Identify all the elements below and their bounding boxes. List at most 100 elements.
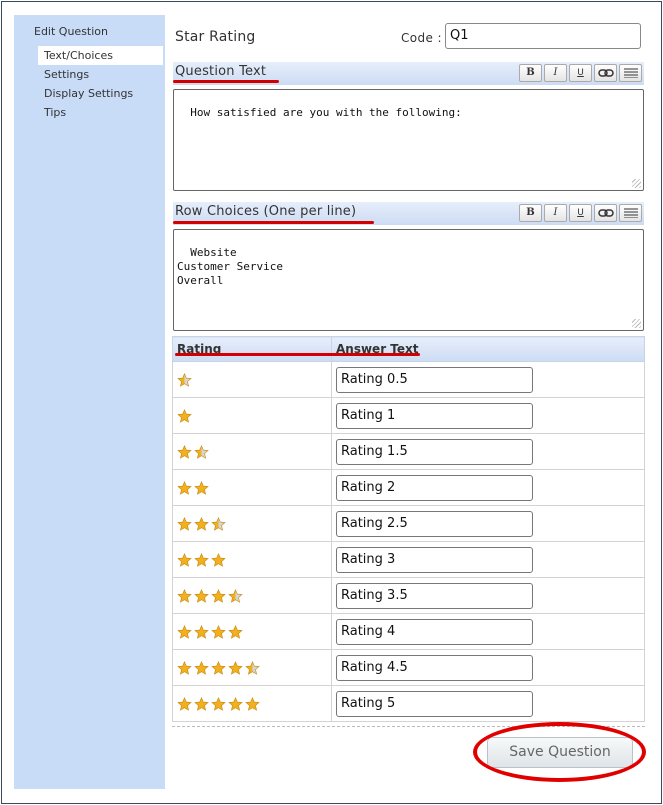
align-icon[interactable] bbox=[619, 64, 642, 82]
answer-text-cell: Rating 1.5 bbox=[331, 433, 645, 470]
answer-text-input[interactable]: Rating 3 bbox=[336, 546, 533, 573]
answer-text-header: Answer Text bbox=[331, 336, 645, 362]
answer-text-input[interactable]: Rating 5 bbox=[336, 690, 533, 717]
star-icon bbox=[194, 552, 209, 567]
star-icon bbox=[194, 516, 209, 531]
save-question-button[interactable]: Save Question bbox=[487, 737, 633, 768]
star-icon bbox=[194, 588, 209, 603]
row-choices-highlight bbox=[173, 221, 374, 224]
star-icon bbox=[228, 624, 243, 639]
star-icon bbox=[228, 696, 243, 711]
star-icon bbox=[228, 588, 243, 603]
sidebar-item-tips[interactable]: Tips bbox=[38, 103, 163, 122]
table-row: Rating 3 bbox=[172, 541, 645, 578]
answer-text-cell: Rating 5 bbox=[331, 685, 645, 722]
star-icon bbox=[177, 408, 192, 423]
italic-button[interactable]: I bbox=[544, 64, 567, 82]
row-choices-toolbar: B I U bbox=[519, 204, 642, 222]
star-icon bbox=[177, 624, 192, 639]
row-choices-input[interactable]: Website Customer Service Overall bbox=[173, 229, 644, 331]
table-row: Rating 4.5 bbox=[172, 649, 645, 686]
star-icon bbox=[177, 588, 192, 603]
question-text-highlight bbox=[173, 80, 279, 83]
resize-handle[interactable] bbox=[632, 179, 641, 188]
answer-text-input[interactable]: Rating 4.5 bbox=[336, 654, 533, 681]
rating-stars-cell bbox=[172, 649, 332, 686]
rating-table: Rating Answer Text Rating 0.5 Rating 1 Rat… bbox=[172, 336, 645, 722]
answer-text-cell: Rating 2 bbox=[331, 469, 645, 506]
question-text-label: Question Text bbox=[175, 64, 267, 79]
resize-handle[interactable] bbox=[632, 319, 641, 328]
underline-button[interactable]: U bbox=[569, 204, 592, 222]
sidebar: Edit Question Text/Choices Settings Disp… bbox=[14, 15, 165, 789]
answer-text-cell: Rating 3.5 bbox=[331, 577, 645, 614]
row-choices-label: Row Choices (One per line) bbox=[175, 204, 357, 219]
link-icon[interactable] bbox=[594, 204, 617, 222]
rating-stars-cell bbox=[172, 433, 332, 470]
answer-text-input[interactable]: Rating 2 bbox=[336, 474, 533, 501]
answer-text-cell: Rating 4.5 bbox=[331, 649, 645, 686]
rating-stars-cell bbox=[172, 541, 332, 578]
divider bbox=[172, 726, 645, 727]
star-icon bbox=[245, 696, 260, 711]
sidebar-item-text-choices[interactable]: Text/Choices bbox=[38, 46, 163, 65]
table-row: Rating 1 bbox=[172, 397, 645, 434]
star-icon bbox=[177, 372, 192, 387]
star-icon bbox=[211, 660, 226, 675]
table-row: Rating 0.5 bbox=[172, 361, 645, 398]
sidebar-item-settings[interactable]: Settings bbox=[38, 65, 163, 84]
align-icon[interactable] bbox=[619, 204, 642, 222]
star-icon bbox=[211, 516, 226, 531]
answer-text-input[interactable]: Rating 3.5 bbox=[336, 582, 533, 609]
code-input[interactable]: Q1 bbox=[445, 23, 641, 49]
rating-rows: Rating 0.5 Rating 1 Rating 1.5 Rating 2 Rati… bbox=[172, 361, 645, 722]
star-icon bbox=[194, 696, 209, 711]
table-header-highlight bbox=[175, 353, 420, 356]
star-icon bbox=[194, 444, 209, 459]
sidebar-item-display-settings[interactable]: Display Settings bbox=[38, 84, 163, 103]
table-row: Rating 2 bbox=[172, 469, 645, 506]
answer-text-input[interactable]: Rating 1.5 bbox=[336, 438, 533, 465]
italic-button[interactable]: I bbox=[544, 204, 567, 222]
underline-button[interactable]: U bbox=[569, 64, 592, 82]
star-icon bbox=[211, 588, 226, 603]
answer-text-cell: Rating 0.5 bbox=[331, 361, 645, 398]
answer-text-input[interactable]: Rating 2.5 bbox=[336, 510, 533, 537]
rating-stars-cell bbox=[172, 397, 332, 434]
question-text-toolbar: B I U bbox=[519, 64, 642, 82]
star-icon bbox=[177, 552, 192, 567]
star-icon bbox=[177, 480, 192, 495]
question-text-value: How satisfied are you with the following… bbox=[190, 106, 462, 119]
answer-text-cell: Rating 3 bbox=[331, 541, 645, 578]
star-icon bbox=[194, 660, 209, 675]
table-row: Rating 3.5 bbox=[172, 577, 645, 614]
answer-text-input[interactable]: Rating 1 bbox=[336, 402, 533, 429]
bold-button[interactable]: B bbox=[519, 64, 542, 82]
code-label: Code : bbox=[401, 31, 442, 45]
star-icon bbox=[211, 696, 226, 711]
rating-stars-cell bbox=[172, 505, 332, 542]
star-icon bbox=[177, 444, 192, 459]
rating-header: Rating bbox=[172, 336, 332, 362]
sidebar-title: Edit Question bbox=[34, 25, 108, 38]
rating-stars-cell bbox=[172, 361, 332, 398]
star-icon bbox=[194, 624, 209, 639]
star-icon bbox=[211, 552, 226, 567]
answer-text-input[interactable]: Rating 0.5 bbox=[336, 366, 533, 393]
rating-stars-cell bbox=[172, 469, 332, 506]
table-row: Rating 4 bbox=[172, 613, 645, 650]
question-text-input[interactable]: How satisfied are you with the following… bbox=[173, 89, 644, 191]
star-icon bbox=[245, 660, 260, 675]
question-type-title: Star Rating bbox=[175, 29, 256, 45]
answer-text-cell: Rating 1 bbox=[331, 397, 645, 434]
answer-text-input[interactable]: Rating 4 bbox=[336, 618, 533, 645]
star-icon bbox=[211, 624, 226, 639]
bold-button[interactable]: B bbox=[519, 204, 542, 222]
row-choices-value: Website Customer Service Overall bbox=[177, 246, 283, 287]
star-icon bbox=[177, 516, 192, 531]
star-icon bbox=[177, 696, 192, 711]
link-icon[interactable] bbox=[594, 64, 617, 82]
table-row: Rating 5 bbox=[172, 685, 645, 722]
star-icon bbox=[194, 480, 209, 495]
star-icon bbox=[177, 660, 192, 675]
